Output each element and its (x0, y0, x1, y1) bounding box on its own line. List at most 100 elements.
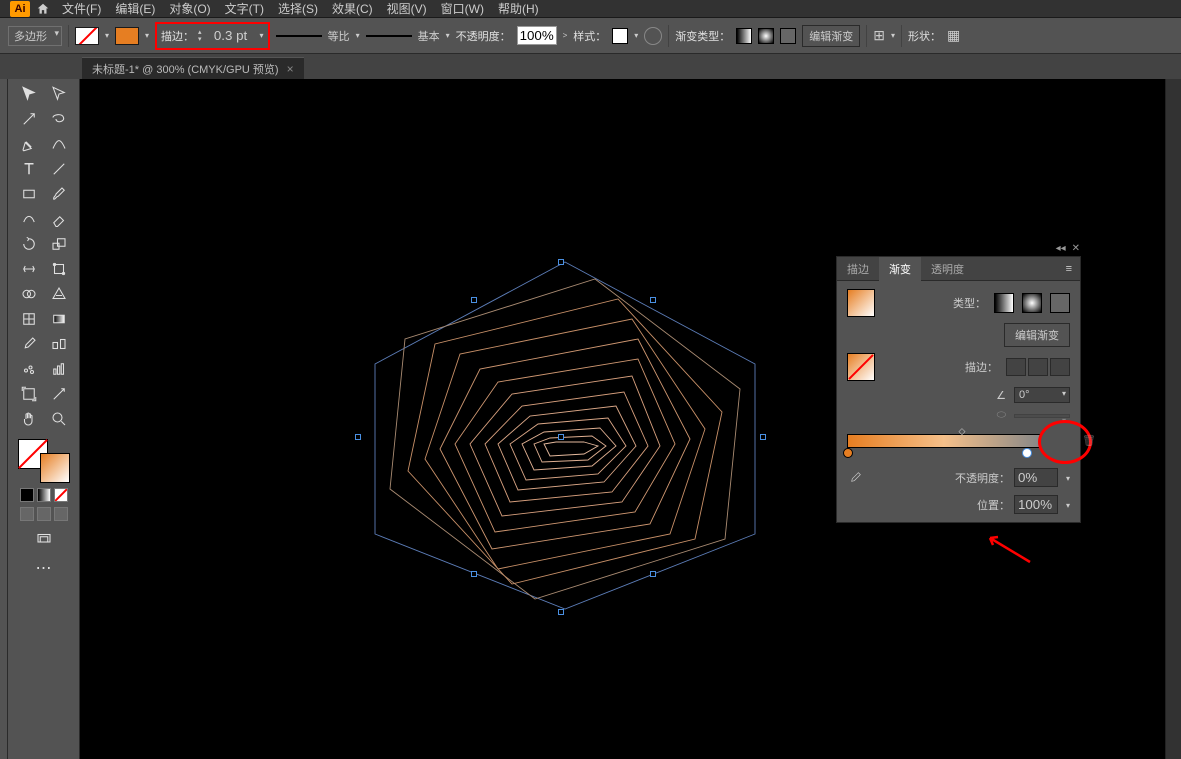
artboard-tool[interactable] (15, 383, 43, 405)
center-handle[interactable] (558, 434, 564, 440)
grad-freeform-icon[interactable] (780, 28, 796, 44)
gradient-tool[interactable] (45, 308, 73, 330)
line-tool[interactable] (45, 158, 73, 180)
color-mode-solid[interactable] (20, 488, 34, 502)
rectangle-tool[interactable] (15, 183, 43, 205)
color-mode-gradient[interactable] (37, 488, 51, 502)
menu-object[interactable]: 对象(O) (163, 0, 216, 17)
recolor-icon[interactable] (644, 27, 662, 45)
handle[interactable] (355, 434, 361, 440)
freeform-gradient-icon[interactable] (1050, 293, 1070, 313)
handle[interactable] (471, 571, 477, 577)
opacity-input[interactable] (1014, 468, 1058, 487)
handle[interactable] (558, 259, 564, 265)
menu-select[interactable]: 选择(S) (272, 0, 324, 17)
blend-tool[interactable] (45, 333, 73, 355)
edit-gradient-button[interactable]: 编辑渐变 (802, 25, 860, 47)
menu-help[interactable]: 帮助(H) (492, 0, 545, 17)
perspective-tool[interactable] (45, 283, 73, 305)
hand-tool[interactable] (15, 408, 43, 430)
linear-gradient-icon[interactable] (994, 293, 1014, 313)
stroke-weight-input[interactable] (206, 28, 256, 43)
document-tab[interactable]: 未标题-1* @ 300% (CMYK/GPU 预览) × (82, 57, 304, 79)
eyedropper-tool[interactable] (15, 333, 43, 355)
radial-gradient-icon[interactable] (1022, 293, 1042, 313)
handle[interactable] (558, 609, 564, 615)
column-graph-tool[interactable] (45, 358, 73, 380)
shaper-tool[interactable] (15, 208, 43, 230)
trash-icon[interactable]: 🗑 (1082, 434, 1096, 447)
shape-builder-tool[interactable] (15, 283, 43, 305)
stroke-swatch[interactable] (40, 453, 70, 483)
panel-menu-icon[interactable]: ≡ (1058, 263, 1080, 275)
draw-behind[interactable] (37, 507, 51, 521)
stroke-gradient-preview[interactable] (847, 353, 875, 381)
style-swatch[interactable] (612, 28, 628, 44)
angle-input[interactable]: 0° (1014, 387, 1070, 403)
vertical-scrollbar[interactable] (1165, 79, 1181, 759)
tab-transparency[interactable]: 透明度 (921, 257, 974, 281)
menu-window[interactable]: 窗口(W) (435, 0, 490, 17)
scale-tool[interactable] (45, 233, 73, 255)
handle[interactable] (650, 297, 656, 303)
lasso-tool[interactable] (45, 108, 73, 130)
gradient-preview[interactable] (847, 289, 875, 317)
edit-toolbar-icon[interactable]: ⋯ (30, 557, 58, 579)
brush-preview-basic[interactable] (366, 35, 412, 37)
menu-effect[interactable]: 效果(C) (326, 0, 379, 17)
eyedropper-icon[interactable] (847, 470, 863, 486)
selection-tool[interactable] (15, 83, 43, 105)
draw-inside[interactable] (54, 507, 68, 521)
direct-selection-tool[interactable] (45, 83, 73, 105)
grad-linear-icon[interactable] (736, 28, 752, 44)
aspect-input[interactable] (1014, 414, 1070, 418)
paintbrush-tool[interactable] (45, 183, 73, 205)
type-tool[interactable] (15, 158, 43, 180)
opacity-dropdown[interactable] (1062, 472, 1070, 484)
tab-stroke[interactable]: 描边 (837, 257, 879, 281)
stroke-stepper[interactable]: ▴▾ (198, 29, 202, 43)
position-input[interactable] (1014, 495, 1058, 514)
tab-gradient[interactable]: 渐变 (879, 257, 921, 281)
stroke-swatch[interactable] (115, 27, 139, 45)
edit-gradient-button[interactable]: 编辑渐变 (1004, 323, 1070, 347)
gradient-slider[interactable]: ◇ 🗑 (847, 434, 1070, 448)
zoom-tool[interactable] (45, 408, 73, 430)
collapse-icon[interactable]: ◂◂ (1056, 243, 1066, 254)
menu-type[interactable]: 文字(T) (219, 0, 270, 17)
fill-swatch[interactable] (75, 27, 99, 45)
fill-stroke-box[interactable] (18, 439, 70, 483)
screen-mode-icon[interactable] (30, 528, 58, 550)
convert-shape-icon[interactable]: ▦ (947, 27, 960, 44)
stroke-align-along[interactable] (1028, 358, 1048, 376)
mesh-tool[interactable] (15, 308, 43, 330)
shape-tool-dropdown[interactable]: 多边形 (8, 26, 62, 46)
pen-tool[interactable] (15, 133, 43, 155)
tab-close-icon[interactable]: × (287, 62, 294, 76)
color-mode-none[interactable] (54, 488, 68, 502)
grad-radial-icon[interactable] (758, 28, 774, 44)
curvature-tool[interactable] (45, 133, 73, 155)
menu-file[interactable]: 文件(F) (56, 0, 107, 17)
rotate-tool[interactable] (15, 233, 43, 255)
gradient-bar[interactable] (847, 434, 1041, 448)
handle[interactable] (471, 297, 477, 303)
menu-view[interactable]: 视图(V) (381, 0, 433, 17)
free-transform-tool[interactable] (45, 258, 73, 280)
gradient-stop-left[interactable] (843, 448, 853, 458)
brush-preview-uniform[interactable] (276, 35, 322, 37)
align-icon[interactable]: ⊞ (873, 27, 885, 44)
position-dropdown[interactable] (1062, 499, 1070, 511)
home-icon[interactable] (32, 1, 54, 17)
handle[interactable] (650, 571, 656, 577)
opacity-input[interactable] (517, 26, 557, 45)
stroke-align-across[interactable] (1050, 358, 1070, 376)
magic-wand-tool[interactable] (15, 108, 43, 130)
slice-tool[interactable] (45, 383, 73, 405)
eraser-tool[interactable] (45, 208, 73, 230)
symbol-sprayer-tool[interactable] (15, 358, 43, 380)
menu-edit[interactable]: 编辑(E) (109, 0, 161, 17)
gradient-stop-right[interactable] (1022, 448, 1032, 458)
handle[interactable] (760, 434, 766, 440)
draw-normal[interactable] (20, 507, 34, 521)
